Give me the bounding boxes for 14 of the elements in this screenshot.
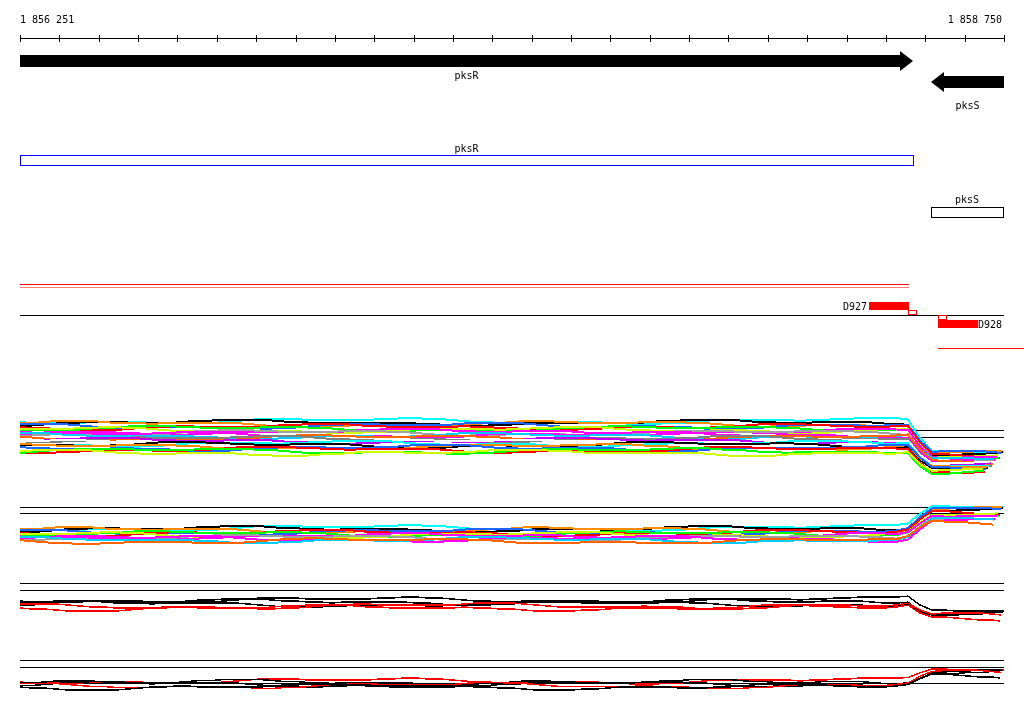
ruler-start-label: 1 856 251 <box>20 14 75 25</box>
feature-marker <box>938 315 947 320</box>
feature-label: D928 <box>978 319 1003 330</box>
gene-box[interactable] <box>931 207 1004 218</box>
ruler-end-label: 1 858 750 <box>947 14 1002 25</box>
gene-arrow-icon[interactable] <box>931 72 1004 92</box>
gene-box[interactable] <box>20 155 914 166</box>
gene-label: pksS <box>955 100 980 111</box>
feature-label: D927 <box>842 301 867 312</box>
gene-label: pksR <box>454 143 479 154</box>
gene-arrow-icon[interactable] <box>20 51 913 71</box>
gene-label: pksS <box>954 194 980 205</box>
feature-marker <box>908 310 917 315</box>
gene-label: pksR <box>454 70 479 81</box>
